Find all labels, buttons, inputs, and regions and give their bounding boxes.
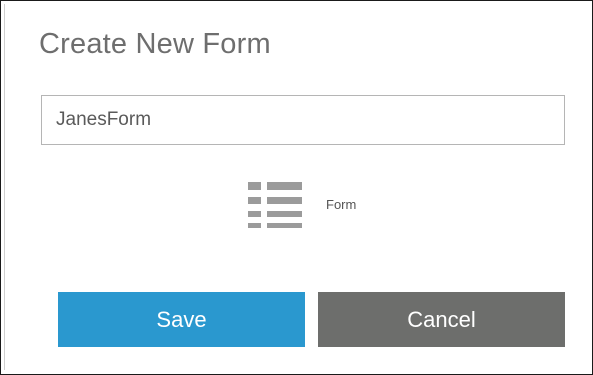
dialog-title: Create New Form bbox=[39, 28, 271, 60]
create-form-dialog: Create New Form Form Save Cancel bbox=[5, 5, 591, 372]
cancel-button[interactable]: Cancel bbox=[318, 292, 565, 347]
form-name-input[interactable] bbox=[41, 95, 565, 145]
form-type-option[interactable]: Form bbox=[248, 178, 356, 230]
save-button[interactable]: Save bbox=[58, 292, 305, 347]
form-type-label: Form bbox=[326, 196, 357, 212]
list-icon bbox=[248, 182, 302, 228]
